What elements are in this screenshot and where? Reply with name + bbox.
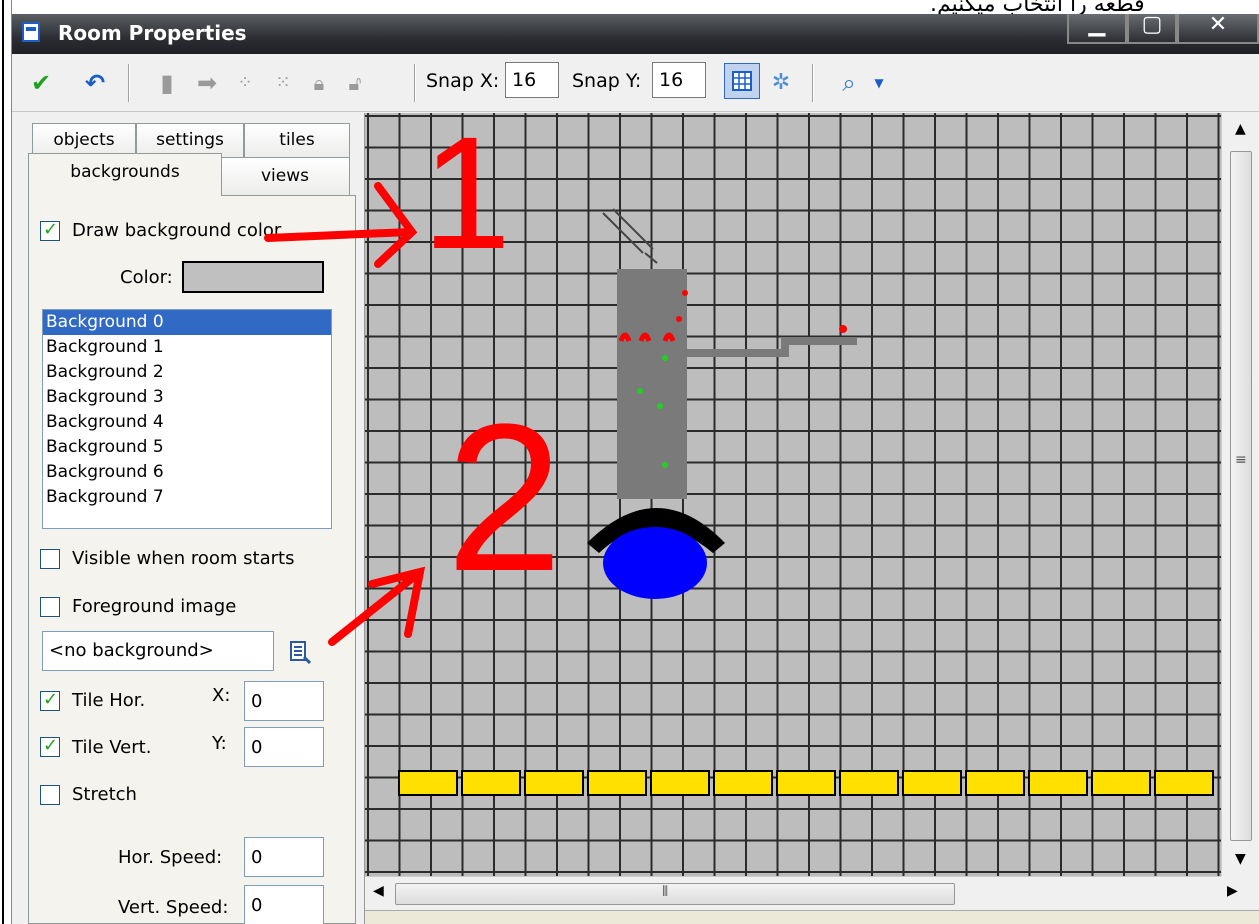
- hor-speed-input[interactable]: [244, 837, 324, 877]
- list-item[interactable]: Background 2: [43, 360, 331, 385]
- chevron-down-icon[interactable]: ▼: [864, 68, 894, 98]
- vert-speed-input[interactable]: [244, 885, 324, 924]
- lock-icon[interactable]: 🔒︎: [304, 68, 334, 98]
- tab-backgrounds[interactable]: backgrounds: [28, 153, 222, 196]
- snap-y-input[interactable]: [652, 62, 706, 98]
- tab-objects[interactable]: objects: [32, 123, 136, 157]
- close-button[interactable]: ✕: [1177, 14, 1259, 44]
- background-select-field[interactable]: <no background>: [42, 631, 274, 671]
- grip-icon: ≡: [1235, 452, 1247, 468]
- room-canvas[interactable]: [365, 113, 1221, 876]
- properties-panel: objects settings tiles views backgrounds…: [12, 113, 365, 924]
- stretch-label: Stretch: [72, 784, 137, 805]
- toolbar: ✔ ↶ ▮ ➡ ⁘ ⁙ 🔒︎ 🔓︎ Snap X: Snap Y: ✲ ⌕ ▼: [12, 54, 1259, 112]
- scroll-down-icon[interactable]: ▼: [1235, 851, 1246, 867]
- minimize-button[interactable]: ▁: [1067, 14, 1127, 44]
- tile-horizontal-checkbox[interactable]: [40, 689, 60, 711]
- background-list[interactable]: Background 0 Background 1 Background 2 B…: [42, 309, 332, 529]
- stretch-checkbox[interactable]: [40, 785, 60, 805]
- maximize-button[interactable]: ▢: [1127, 14, 1177, 44]
- y-label: Y:: [212, 733, 227, 754]
- list-item[interactable]: Background 1: [43, 335, 331, 360]
- vertical-scrollbar[interactable]: ▲ ≡ ▼: [1221, 113, 1259, 876]
- horizontal-scroll-thumb[interactable]: ⦀: [395, 883, 955, 905]
- title-bar[interactable]: Room Properties ▁ ▢ ✕: [12, 14, 1259, 54]
- list-item[interactable]: Background 4: [43, 410, 331, 435]
- toolbar-separator: [128, 64, 130, 102]
- toolbar-separator: [812, 64, 814, 102]
- scroll-up-icon[interactable]: ▲: [1235, 121, 1246, 137]
- isometric-grid-icon[interactable]: ✲: [766, 68, 796, 98]
- arrow-right-icon[interactable]: ➡: [192, 68, 222, 98]
- caption-strip: قطعه را انتخاب میکنیم.: [0, 0, 1259, 17]
- status-bar: [365, 910, 1259, 924]
- snap-x-input[interactable]: [505, 62, 559, 98]
- draw-background-color-checkbox[interactable]: [40, 219, 60, 241]
- x-label: X:: [212, 685, 231, 706]
- color-swatch[interactable]: [182, 261, 324, 293]
- unlock-icon[interactable]: 🔓︎: [340, 68, 370, 98]
- room-objects-layer: [398, 208, 1214, 796]
- grid-toggle-button[interactable]: [724, 63, 760, 99]
- shift-vertical-icon[interactable]: ⁙: [268, 68, 298, 98]
- window-app-icon: [22, 22, 40, 42]
- foreground-image-checkbox[interactable]: [40, 597, 60, 617]
- grip-icon: ⦀: [662, 884, 669, 900]
- foreground-image-label: Foreground image: [72, 596, 237, 617]
- vert-speed-label: Vert. Speed:: [118, 897, 229, 918]
- vertical-scroll-thumb[interactable]: ≡: [1230, 151, 1252, 841]
- visible-when-room-starts-checkbox[interactable]: [40, 549, 60, 569]
- visible-when-room-starts-label: Visible when room starts: [72, 548, 295, 569]
- select-background-menu-icon[interactable]: [288, 639, 314, 665]
- scroll-left-icon[interactable]: ◀: [373, 883, 384, 899]
- tile-vertical-label: Tile Vert.: [72, 737, 152, 758]
- horizontal-scrollbar[interactable]: ◀ ⦀ ▶: [365, 876, 1238, 910]
- shift-horizontal-icon[interactable]: ⁘: [230, 68, 260, 98]
- scroll-right-icon[interactable]: ▶: [1227, 883, 1238, 899]
- color-label: Color:: [120, 267, 173, 288]
- block-row: [398, 770, 1214, 796]
- toolbar-separator: [414, 64, 416, 102]
- tab-views[interactable]: views: [220, 157, 350, 195]
- tile-horizontal-label: Tile Hor.: [72, 690, 146, 711]
- screenshot-root: قطعه را انتخاب میکنیم. Room Properties ▁…: [0, 0, 1259, 924]
- check-icon[interactable]: ✔: [26, 68, 56, 98]
- tile-vertical-checkbox[interactable]: [40, 735, 60, 757]
- draw-background-color-label: Draw background color: [72, 220, 282, 241]
- y-input[interactable]: [244, 727, 324, 767]
- window-left-edge: [0, 0, 12, 924]
- tab-tiles[interactable]: tiles: [244, 123, 350, 157]
- snap-x-label: Snap X:: [426, 70, 500, 92]
- hor-speed-label: Hor. Speed:: [118, 847, 223, 868]
- character-object: [587, 208, 857, 599]
- list-item[interactable]: Background 7: [43, 485, 331, 510]
- undo-icon[interactable]: ↶: [80, 68, 110, 98]
- list-item[interactable]: Background 0: [43, 310, 331, 335]
- list-item[interactable]: Background 3: [43, 385, 331, 410]
- x-input[interactable]: [244, 681, 324, 721]
- window-title: Room Properties: [58, 21, 247, 45]
- page-icon[interactable]: ▮: [152, 68, 182, 98]
- snap-y-label: Snap Y:: [572, 70, 642, 92]
- zoom-icon[interactable]: ⌕: [834, 68, 864, 98]
- list-item[interactable]: Background 6: [43, 460, 331, 485]
- grid-icon: [732, 71, 752, 91]
- tab-settings[interactable]: settings: [136, 123, 244, 157]
- list-item[interactable]: Background 5: [43, 435, 331, 460]
